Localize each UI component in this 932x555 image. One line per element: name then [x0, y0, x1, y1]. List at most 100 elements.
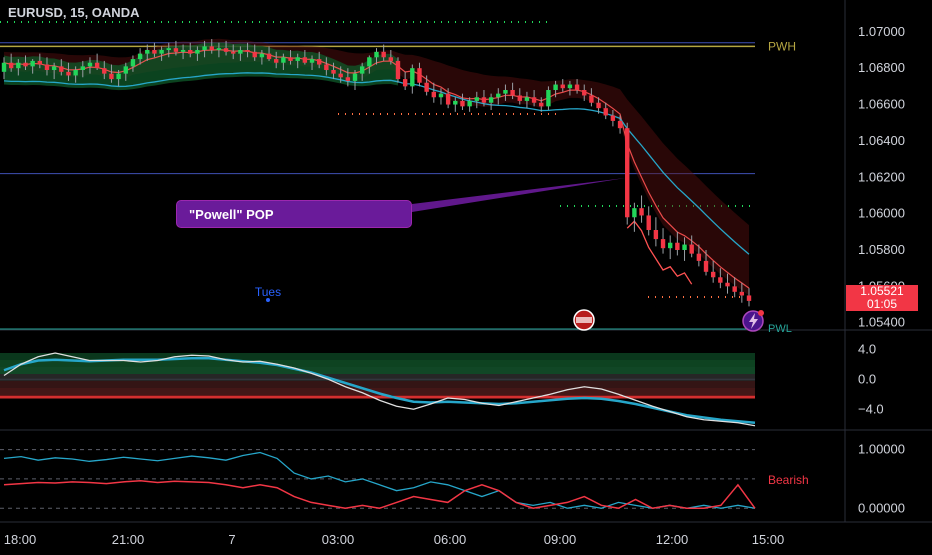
- candle-body: [245, 50, 250, 52]
- price-axis-tick: 1.06200: [858, 169, 905, 184]
- symbol-title: EURUSD, 15, OANDA: [8, 5, 140, 20]
- tues-dot: [266, 298, 270, 302]
- candle-body: [395, 60, 401, 80]
- candle-body: [567, 84, 573, 89]
- candle-body: [431, 91, 437, 98]
- candle-body: [388, 57, 394, 61]
- time-axis-tick: 21:00: [112, 532, 145, 547]
- price-axis-tick: 1.06000: [858, 206, 905, 221]
- candle-body: [145, 50, 150, 54]
- osc-zone-band: [0, 381, 755, 388]
- time-axis-tick: 12:00: [656, 532, 689, 547]
- candle-body: [316, 59, 322, 65]
- powell-pop-callout: "Powell" POP: [176, 200, 412, 228]
- candle-body: [1, 62, 7, 72]
- candle-body: [524, 97, 530, 101]
- candle-body: [582, 90, 587, 96]
- candle-body: [710, 271, 716, 278]
- price-axis-tick: 1.05400: [858, 315, 905, 330]
- candle-body: [159, 50, 164, 54]
- time-axis-tick: 18:00: [4, 532, 37, 547]
- candle-body: [632, 208, 637, 218]
- osc-zone-band: [0, 374, 755, 381]
- candle-body: [352, 73, 358, 81]
- candle-body: [173, 48, 179, 52]
- price-axis-tick: 1.06400: [858, 133, 905, 148]
- chart-svg[interactable]: 1.07000 1.06800 1.06600 1.06400 1.06200 1.060…: [0, 0, 932, 550]
- time-axis-tick: 09:00: [544, 532, 577, 547]
- candle-body: [381, 51, 386, 58]
- candle-body: [130, 59, 136, 67]
- candle-body: [102, 68, 107, 74]
- candle-body: [460, 100, 465, 107]
- candle-body: [109, 73, 114, 80]
- candle-body: [238, 50, 243, 54]
- candle-body: [625, 128, 630, 218]
- candle-body: [696, 253, 702, 261]
- candle-body: [589, 95, 594, 103]
- candle-body: [496, 93, 501, 98]
- candle-body: [610, 115, 616, 121]
- candle-body: [295, 57, 300, 61]
- candle-body: [331, 70, 336, 74]
- candle-body: [288, 57, 293, 61]
- candle-body: [546, 90, 551, 107]
- candle-body: [223, 48, 229, 52]
- bottom-axis-tick: 0.00000: [858, 500, 905, 515]
- candle-body: [166, 48, 171, 50]
- candle-body: [231, 51, 236, 54]
- bottom-series-line: [3, 451, 756, 509]
- candle-body: [402, 79, 408, 87]
- chart-root: 1.07000 1.06800 1.06600 1.06400 1.06200 1.060…: [0, 0, 932, 550]
- candle-body: [646, 215, 651, 230]
- candle-body: [152, 50, 157, 54]
- price-axis-tick: 1.07000: [858, 24, 905, 39]
- candle-body: [37, 60, 43, 65]
- candle-body: [668, 242, 673, 249]
- candle-body: [531, 97, 537, 103]
- candle-body: [345, 77, 351, 81]
- osc-axis-tick: 4.0: [858, 341, 876, 356]
- candle-body: [359, 66, 365, 74]
- candle-body: [474, 97, 479, 101]
- candle-body: [180, 50, 186, 52]
- candle-body: [617, 120, 623, 129]
- candle-body: [73, 70, 78, 76]
- candle-body: [30, 60, 35, 67]
- pwh-label: PWH: [768, 39, 796, 53]
- candle-body: [553, 84, 558, 90]
- candle-body: [574, 84, 580, 90]
- candle-body: [653, 230, 659, 240]
- candle-body: [718, 277, 723, 283]
- alert-dot-icon: [758, 310, 764, 316]
- candle-body: [374, 51, 379, 58]
- candle-body: [488, 97, 494, 103]
- candle-body: [116, 73, 121, 80]
- candle-body: [188, 50, 193, 54]
- candle-body: [324, 64, 329, 70]
- tues-label: Tues: [255, 285, 281, 299]
- candle-body: [216, 48, 222, 50]
- candle-body: [445, 93, 451, 105]
- price-axis-tick: 1.06800: [858, 60, 905, 75]
- candle-body: [274, 59, 279, 63]
- candle-body: [309, 59, 315, 63]
- current-price-tag: 1.05521 01:05: [846, 285, 918, 311]
- candle-body: [424, 82, 429, 92]
- candle-body: [739, 291, 745, 296]
- candle-body: [80, 66, 85, 70]
- candle-body: [703, 260, 709, 272]
- candle-body: [410, 68, 415, 87]
- pwl-label: PWL: [768, 323, 792, 335]
- time-axis-tick: 06:00: [434, 532, 467, 547]
- candle-body: [539, 102, 544, 107]
- osc-axis-tick: 0.0: [858, 371, 876, 386]
- price-axis-tick: 1.06600: [858, 97, 905, 112]
- candle-body: [195, 50, 200, 54]
- candle-body: [59, 66, 64, 72]
- candle-body: [367, 57, 372, 67]
- candle-body: [438, 93, 444, 98]
- candle-body: [510, 90, 515, 96]
- callout-pointer: [412, 178, 626, 212]
- candle-body: [596, 102, 601, 109]
